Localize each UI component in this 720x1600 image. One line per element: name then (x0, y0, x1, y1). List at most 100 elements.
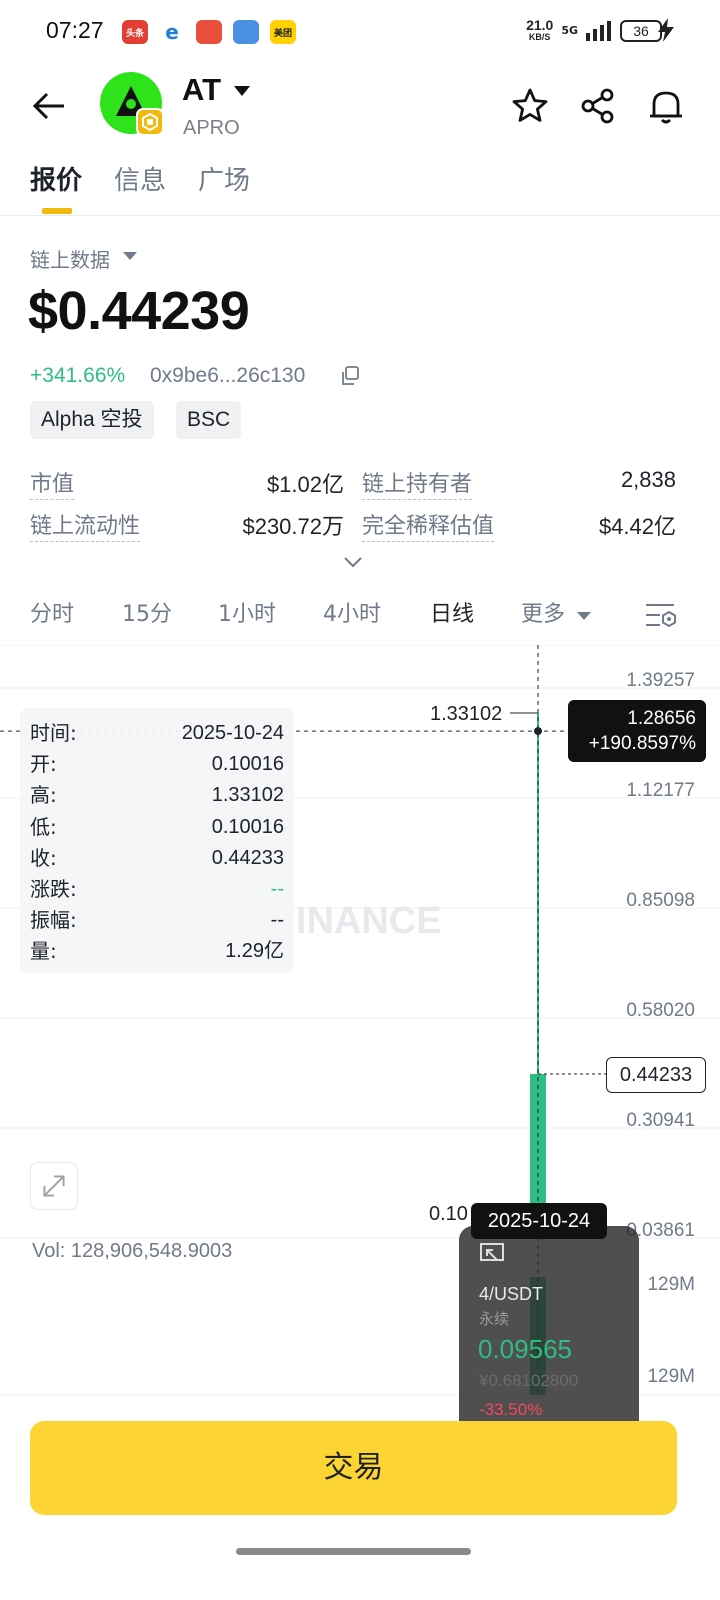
y-tick-label: 0.58020 (626, 1000, 695, 1021)
share-icon[interactable] (578, 86, 618, 126)
info-key: 高: (30, 783, 57, 808)
info-row-change: 涨跌: -- (30, 874, 284, 905)
info-value: 0.44233 (211, 846, 284, 869)
info-value: 1.33102 (211, 784, 284, 807)
widget-price: 0.09565 (478, 1334, 572, 1364)
fullscreen-expand-icon[interactable] (30, 1162, 78, 1210)
info-row-open: 开: 0.10016 (30, 749, 284, 780)
back-arrow-icon[interactable] (30, 86, 70, 126)
stat-fdv-label[interactable]: 完全稀释估值 (362, 508, 495, 542)
binance-watermark: BINANCE (268, 900, 441, 942)
active-tab-indicator (42, 208, 72, 214)
info-value: 0.10016 (211, 753, 284, 776)
return-to-app-icon[interactable] (479, 1242, 505, 1268)
stat-holders-value: 2,838 (620, 467, 676, 492)
stat-fdv-value: $4.42亿 (598, 514, 676, 539)
crosshair-date-tag: 2025-10-24 (471, 1203, 607, 1239)
interval-more[interactable]: 更多 (521, 596, 565, 628)
info-key: 量: (30, 939, 57, 964)
info-row-close: 收: 0.44233 (30, 843, 284, 874)
info-row-low: 低: 0.10016 (30, 812, 284, 843)
app-icon (196, 20, 222, 44)
info-key: 振幅: (30, 908, 77, 933)
crosshair-change: +190.8597% (588, 733, 696, 754)
status-bar: 07:27 头条 e 美团 21.0 KB/S 5G 36 (0, 0, 720, 62)
volume-tick-label: 129M (647, 1274, 695, 1295)
chevron-down-icon[interactable] (123, 252, 137, 260)
bnb-logo (142, 112, 158, 132)
interval-tabs: 分时 15分 1小时 4小时 日线 更多 (0, 596, 720, 636)
stat-liquidity-label[interactable]: 链上流动性 (30, 508, 141, 542)
floating-ticker-widget[interactable]: 4/USDT 永续 0.09565 ¥0.68102800 -33.50% (459, 1226, 639, 1442)
y-tick-label: 1.12177 (626, 780, 695, 801)
bell-icon[interactable] (646, 86, 686, 126)
last-price-tag: 0.44233 (606, 1057, 706, 1093)
candle-high-label: 1.33102 (430, 703, 503, 725)
speed-value: 21.0 (526, 17, 554, 33)
interval-4h[interactable]: 4小时 (323, 596, 381, 628)
info-row-volume: 量: 1.29亿 (30, 936, 284, 967)
interval-15m[interactable]: 15分 (122, 596, 172, 628)
interval-1d[interactable]: 日线 (430, 596, 474, 628)
tag-alpha-airdrop[interactable]: Alpha 空投 (30, 401, 154, 439)
info-key: 开: (30, 752, 57, 777)
expand-stats-chevron-icon[interactable] (343, 555, 363, 569)
widget-cny-price: ¥0.68102800 (479, 1371, 579, 1390)
info-value: -- (270, 877, 284, 900)
tab-quote[interactable]: 报价 (30, 160, 82, 197)
crosshair-dot (534, 727, 542, 736)
tabs-divider (0, 215, 720, 216)
network-speed: 21.0 KB/S (526, 18, 553, 43)
notification-icons: 头条 e 美团 (122, 20, 296, 44)
more-dropdown-icon[interactable] (577, 612, 591, 620)
status-time: 07:27 (46, 17, 104, 43)
stat-market-cap-value: $1.02亿 (266, 472, 344, 497)
edge-icon: e (159, 20, 185, 44)
contract-address[interactable]: 0x9be6...26c130 (150, 364, 305, 388)
interval-timeline[interactable]: 分时 (30, 596, 74, 628)
current-price: $0.44239 (28, 281, 250, 341)
stat-liquidity-value: $230.72万 (242, 514, 344, 539)
tab-square[interactable]: 广场 (198, 160, 250, 197)
trade-button[interactable]: 交易 (30, 1421, 677, 1515)
charging-icon (658, 18, 674, 42)
toutiao-icon: 头条 (122, 20, 148, 44)
info-value: 1.29亿 (225, 940, 284, 963)
stat-holders-label[interactable]: 链上持有者 (362, 466, 473, 500)
widget-contract-type: 永续 (479, 1310, 510, 1328)
star-icon[interactable] (510, 86, 550, 126)
price-change: +341.66% (30, 364, 126, 387)
widget-pair: 4/USDT (479, 1284, 544, 1304)
candle-low-label: 0.10 (429, 1203, 468, 1225)
copy-icon[interactable] (340, 366, 360, 386)
info-key: 收: (30, 845, 57, 870)
battery-indicator: 36 (620, 19, 662, 42)
info-key: 涨跌: (30, 876, 77, 901)
meituan-icon: 美团 (270, 20, 296, 44)
token-name: APRO (183, 117, 240, 139)
info-key: 时间: (30, 721, 77, 745)
stat-market-cap-label[interactable]: 市值 (30, 466, 75, 500)
tab-info[interactable]: 信息 (114, 160, 166, 197)
info-row-high: 高: 1.33102 (30, 780, 284, 811)
y-tick-label: 1.39257 (626, 670, 695, 691)
data-source-selector[interactable]: 链上数据 (30, 244, 110, 273)
chart-settings-icon[interactable] (644, 600, 678, 632)
token-symbol[interactable]: AT (182, 72, 221, 108)
info-value: 2025-10-24 (181, 722, 284, 744)
network-type: 5G (561, 24, 578, 37)
tag-bsc[interactable]: BSC (176, 401, 242, 439)
interval-1h[interactable]: 1小时 (218, 596, 276, 628)
home-indicator[interactable] (236, 1548, 471, 1555)
info-row-time: 时间: 2025-10-24 (30, 718, 284, 749)
signal-icon (586, 20, 611, 41)
volume-tick-label: 129M (647, 1366, 695, 1387)
info-key: 低: (30, 814, 57, 839)
volume-axis-ticks: 129M 129M (647, 1274, 695, 1387)
status-right: 21.0 KB/S 5G 36 (526, 18, 662, 43)
y-tick-label: 0.30941 (626, 1110, 695, 1131)
crosshair-price-tag: 1.28656 +190.8597% (568, 700, 706, 762)
volume-label: Vol: 128,906,548.9003 (32, 1240, 233, 1262)
symbol-dropdown-icon[interactable] (234, 86, 250, 96)
weather-icon (233, 20, 259, 44)
